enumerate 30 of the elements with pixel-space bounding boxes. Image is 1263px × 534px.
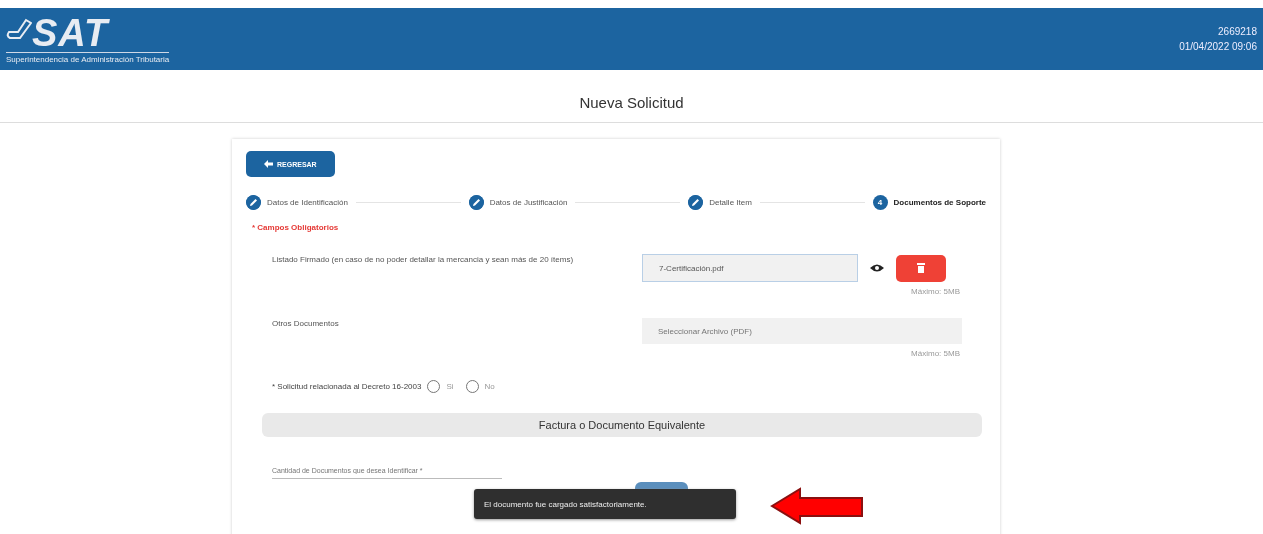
step-tab[interactable]: Detalle Item (688, 195, 752, 210)
page-title: Nueva Solicitud (0, 70, 1263, 123)
field-label: Otros Documentos (272, 318, 340, 330)
radio-label: No (484, 382, 495, 391)
trash-icon (917, 263, 925, 273)
user-id: 2669218 (1218, 26, 1257, 37)
file-field[interactable]: 7-Certificación.pdf (642, 254, 858, 282)
question-label: * Solicitud relacionada al Decreto 16-2003 (272, 382, 422, 391)
step-number: 4 (872, 195, 888, 210)
logo-text: SAT (32, 14, 109, 52)
step-tab[interactable]: Datos de Justificación (468, 195, 568, 210)
step-tab[interactable]: Datos de Identificación (246, 195, 348, 210)
file-field[interactable]: Seleccionar Archivo (PDF) (642, 318, 962, 344)
datetime: 01/04/2022 09:06 (1179, 41, 1257, 52)
delete-button[interactable] (896, 254, 946, 282)
step-tab[interactable]: 4 Documentos de Soporte (872, 195, 986, 210)
arrow-icon (770, 487, 866, 525)
pencil-icon (688, 195, 704, 210)
required-note: * Campos Obligatorios (252, 223, 340, 232)
logo-subtitle: Superintendencia de Administración Tributaria (6, 52, 170, 64)
arrow-left-icon (264, 160, 273, 168)
section-header: Factura o Documento Equivalente (262, 413, 982, 437)
size-note: Máximo: 5MB (910, 287, 961, 296)
field-label: Listado Firmado (en caso de no poder detallar la mercancia y sean más de 20 ítems) (272, 254, 575, 266)
eye-icon[interactable] (870, 263, 884, 273)
radio-label: Si (446, 382, 454, 391)
size-note: Máximo: 5MB (910, 349, 961, 358)
pencil-icon (246, 195, 261, 210)
pencil-icon (468, 195, 484, 210)
toast-message: El documento fue cargado satisfactoriamente. (474, 489, 736, 519)
